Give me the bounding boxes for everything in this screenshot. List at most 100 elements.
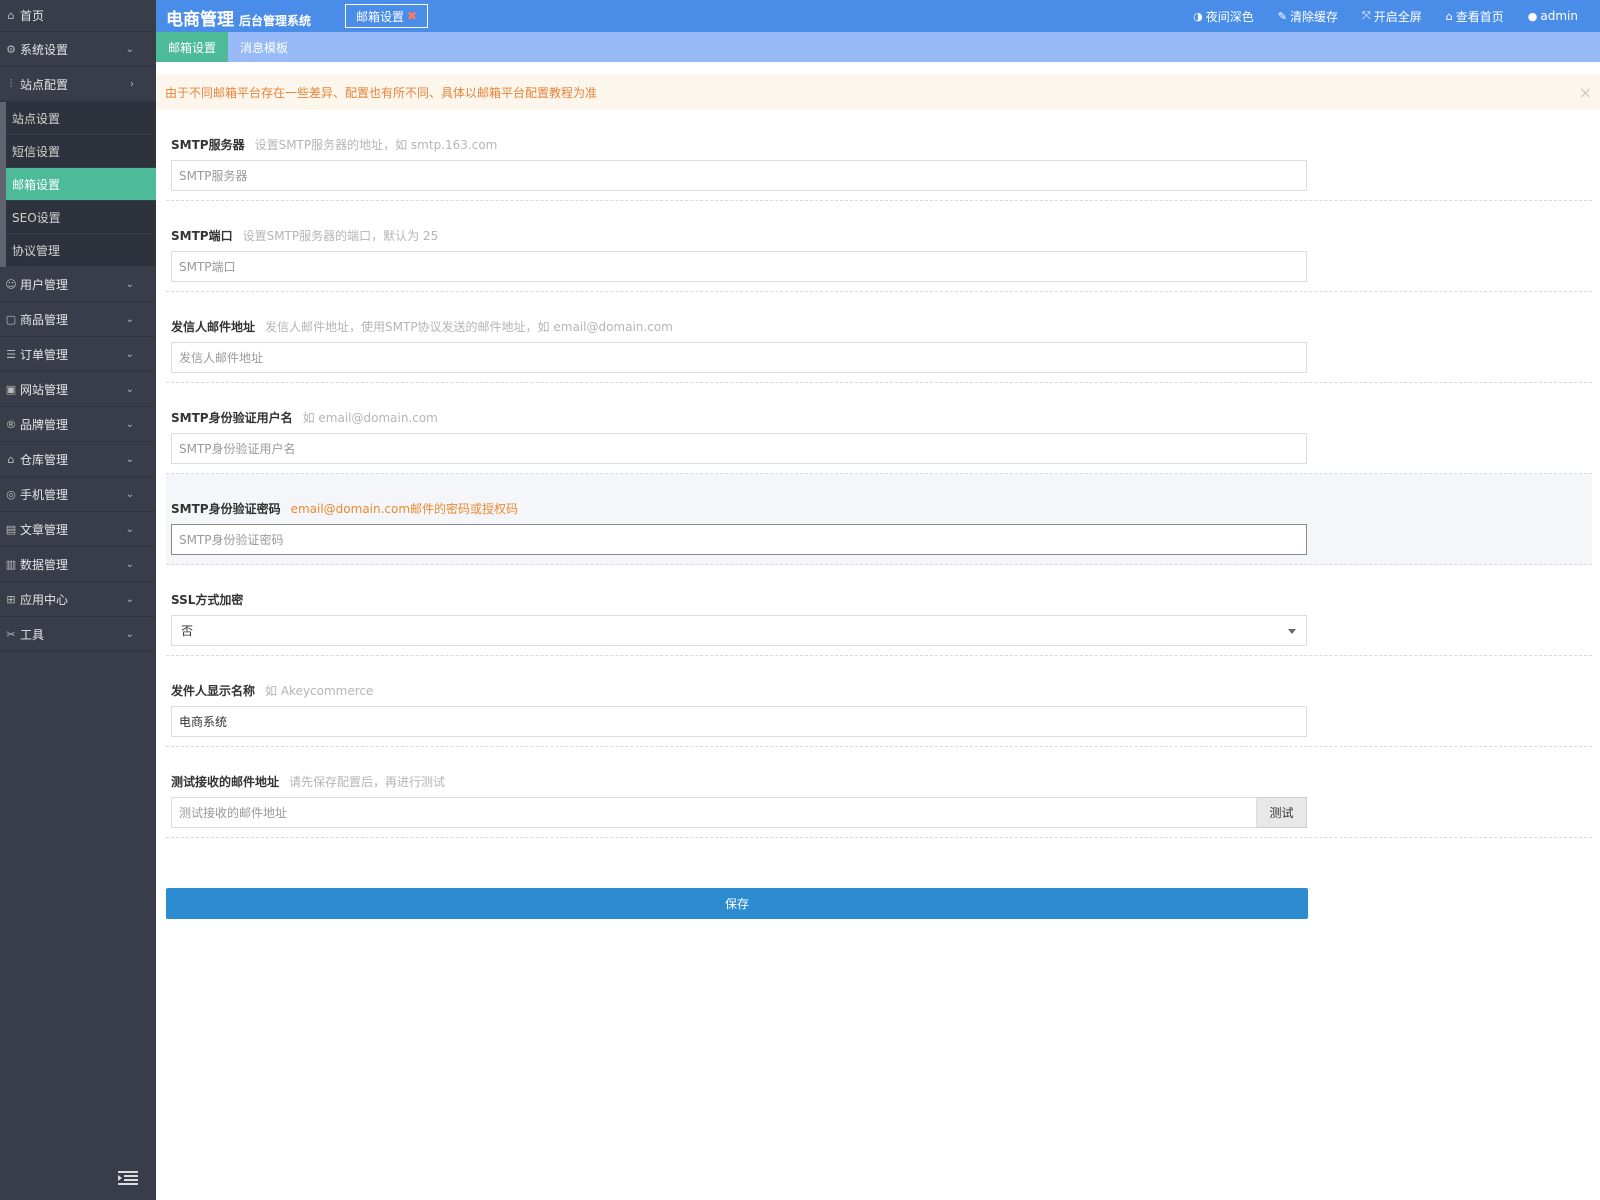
sidebar-item-home[interactable]: ⌂ 首页 [0, 0, 156, 32]
chevron-down-icon: ⌄ [125, 314, 134, 325]
save-button[interactable]: 保存 [166, 888, 1308, 919]
chevron-down-icon: ⌄ [125, 524, 134, 535]
brand-subtitle: 后台管理系统 [239, 14, 312, 28]
sidebar-item-products[interactable]: ▢ 商品管理 ⌄ [0, 302, 156, 337]
sidebar-item-brands[interactable]: ® 品牌管理 ⌄ [0, 407, 156, 442]
sidebar-item-orders[interactable]: ☰ 订单管理 ⌄ [0, 337, 156, 372]
field-label-group: SMTP端口 设置SMTP服务器的端口，默认为 25 [171, 227, 438, 244]
form-row-ssl: SSL方式加密 否 [166, 565, 1592, 656]
smtp-port-input[interactable] [171, 251, 1307, 282]
sidebar-item-label: 商品管理 [20, 312, 69, 327]
clear-cache-button[interactable]: ✎ 清除缓存 [1278, 8, 1338, 25]
sidebar-item-label: 协议管理 [12, 243, 61, 258]
sidebar-item-agreement[interactable]: 协议管理 [6, 234, 156, 267]
caret-down-icon [1288, 629, 1296, 634]
chevron-down-icon: ⌄ [125, 454, 134, 465]
field-label: SMTP服务器 [171, 138, 245, 152]
sidebar-item-system-settings[interactable]: ⚙ 系统设置 ⌄ [0, 32, 156, 67]
order-icon: ☰ [6, 347, 16, 361]
field-hint: email@domain.com邮件的密码或授权码 [290, 502, 519, 516]
fullscreen-button[interactable]: ⤧ 开启全屏 [1362, 8, 1422, 25]
field-hint: 请先保存配置后，再进行测试 [289, 775, 446, 789]
field-label-group: SMTP身份验证用户名 如 email@domain.com [171, 409, 438, 426]
username: admin [1540, 9, 1578, 23]
home-icon: ⌂ [7, 9, 15, 22]
test-button[interactable]: 测试 [1257, 797, 1307, 828]
sidebar-item-mobile[interactable]: ◎ 手机管理 ⌄ [0, 477, 156, 512]
sidebar-item-seo-settings[interactable]: SEO设置 [6, 201, 156, 234]
smtp-server-input[interactable] [171, 160, 1307, 191]
sidebar-item-label: 网站管理 [20, 382, 69, 397]
form-row-auth-pass: SMTP身份验证密码 email@domain.com邮件的密码或授权码 [166, 474, 1592, 565]
sidebar-item-articles[interactable]: ▤ 文章管理 ⌄ [0, 512, 156, 547]
menu-collapse-icon[interactable] [118, 1170, 138, 1186]
sidebar-item-label: 数据管理 [20, 557, 69, 572]
tab-bar: 邮箱设置 消息模板 [156, 32, 1600, 62]
sidebar-item-sms-settings[interactable]: 短信设置 [6, 135, 156, 168]
sidebar-item-website[interactable]: ▣ 网站管理 ⌄ [0, 372, 156, 407]
notice-alert: 由于不同邮箱平台存在一些差异、配置也有所不同、具体以邮箱平台配置教程为准 × [156, 74, 1600, 110]
sliders-icon: ⫶ [9, 77, 13, 90]
auth-password-input[interactable] [171, 524, 1307, 555]
top-header: 电商管理 后台管理系统 邮箱设置 ✖ ◑ 夜间深色 ✎ 清除缓存 ⤧ 开启全屏 … [156, 0, 1600, 32]
sidebar-item-label: SEO设置 [12, 210, 61, 225]
ssl-select-value: 否 [181, 624, 194, 638]
form-row-smtp-port: SMTP端口 设置SMTP服务器的端口，默认为 25 [166, 201, 1592, 292]
test-email-input[interactable] [171, 797, 1257, 828]
auth-username-input[interactable] [171, 433, 1307, 464]
chevron-down-icon: ⌄ [125, 559, 134, 570]
night-mode-button[interactable]: ◑ 夜间深色 [1193, 8, 1254, 25]
field-label: 发信人邮件地址 [171, 320, 256, 334]
home-icon: ⌂ [1445, 9, 1453, 23]
bag-icon: ▢ [5, 312, 17, 326]
view-home-button[interactable]: ⌂ 查看首页 [1446, 8, 1504, 25]
field-label-group: 发件人显示名称 如 Akeycommerce [171, 682, 373, 699]
sidebar-item-email-settings[interactable]: 邮箱设置 [6, 168, 156, 201]
close-icon[interactable]: ✖ [407, 9, 417, 23]
user-icon: ● [1527, 9, 1538, 23]
sidebar: ⌂ 首页 ⚙ 系统设置 ⌄ ⫶ 站点配置 › 站点设置 短信设置 邮箱设置 SE… [0, 0, 156, 1200]
tools-icon: ✂ [6, 627, 16, 641]
sidebar-item-label: 站点设置 [12, 111, 61, 126]
open-page-tab-label: 邮箱设置 [356, 9, 405, 24]
brush-icon: ✎ [1277, 9, 1287, 23]
close-icon[interactable]: × [1579, 83, 1592, 102]
sidebar-item-tools[interactable]: ✂ 工具 ⌄ [0, 617, 156, 652]
sidebar-item-label: 文章管理 [20, 522, 69, 537]
test-email-group: 测试 [171, 797, 1307, 828]
field-hint: 设置SMTP服务器的端口，默认为 25 [242, 229, 439, 243]
ssl-select[interactable]: 否 [171, 615, 1307, 646]
sidebar-item-data[interactable]: ▥ 数据管理 ⌄ [0, 547, 156, 582]
apps-icon: ⊞ [6, 592, 16, 606]
sender-email-input[interactable] [171, 342, 1307, 373]
sidebar-item-apps[interactable]: ⊞ 应用中心 ⌄ [0, 582, 156, 617]
tab-message-templates[interactable]: 消息模板 [228, 32, 300, 62]
sender-name-input[interactable] [171, 706, 1307, 737]
chevron-down-icon: ⌄ [125, 44, 134, 55]
fullscreen-label: 开启全屏 [1373, 9, 1422, 24]
sidebar-item-warehouse[interactable]: ⌂ 仓库管理 ⌄ [0, 442, 156, 477]
gear-icon: ⚙ [6, 42, 16, 56]
sidebar-item-label: 手机管理 [20, 487, 69, 502]
user-menu-button[interactable]: ● admin [1528, 9, 1578, 23]
tab-email-settings[interactable]: 邮箱设置 [156, 32, 229, 62]
chevron-down-icon: ⌄ [125, 279, 134, 290]
form-row-smtp-server: SMTP服务器 设置SMTP服务器的地址，如 smtp.163.com [166, 110, 1592, 201]
chevron-down-icon: ⌄ [125, 349, 134, 360]
field-label: SMTP身份验证密码 [171, 502, 281, 516]
header-actions: ◑ 夜间深色 ✎ 清除缓存 ⤧ 开启全屏 ⌂ 查看首页 ● admin [1169, 0, 1578, 32]
warehouse-icon: ⌂ [7, 452, 15, 466]
sidebar-item-site-config[interactable]: ⫶ 站点配置 › [0, 67, 156, 102]
field-label-group: SMTP身份验证密码 email@domain.com邮件的密码或授权码 [171, 500, 518, 517]
sidebar-item-label: 仓库管理 [20, 452, 69, 467]
sidebar-item-label: 订单管理 [20, 347, 69, 362]
sidebar-item-users[interactable]: ☺ 用户管理 ⌄ [0, 267, 156, 302]
field-label-group: SSL方式加密 [171, 591, 243, 608]
chevron-down-icon: ⌄ [125, 419, 134, 430]
sidebar-item-site-settings[interactable]: 站点设置 [6, 102, 156, 135]
sidebar-item-label: 站点配置 [20, 77, 69, 92]
field-label-group: SMTP服务器 设置SMTP服务器的地址，如 smtp.163.com [171, 136, 497, 153]
open-page-tab[interactable]: 邮箱设置 ✖ [345, 4, 429, 28]
sidebar-item-label: 邮箱设置 [12, 177, 61, 192]
field-label: 测试接收的邮件地址 [171, 775, 280, 789]
